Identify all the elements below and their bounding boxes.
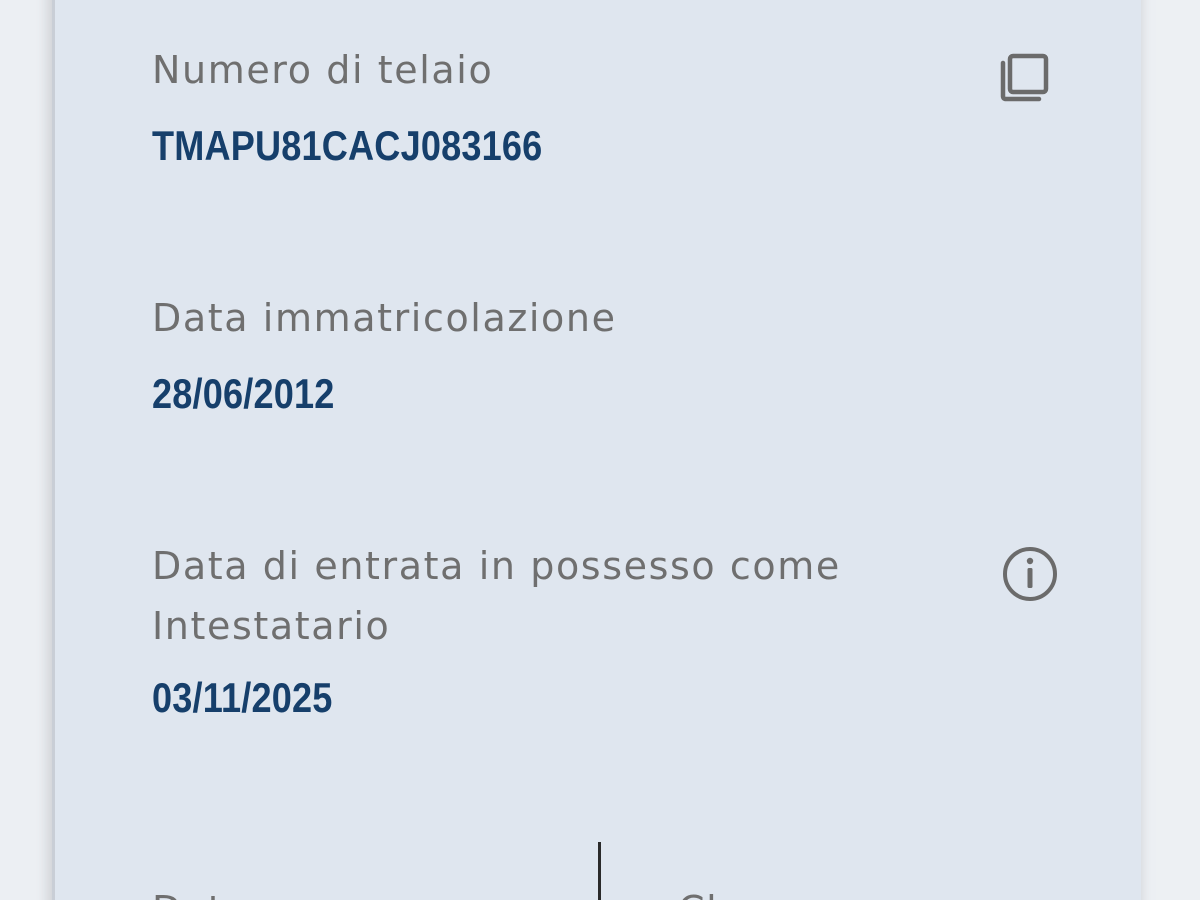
next-row-left-label: Data [152,880,249,900]
copy-chassis-number-button[interactable] [996,46,1056,106]
possession-date-label: Data di entrata in possesso come Intesta… [152,544,841,648]
column-divider [598,842,601,900]
screen-edge [1156,0,1200,900]
info-icon [1003,547,1057,601]
registration-date-label: Data immatricolazione [152,296,617,340]
chassis-number-field: Numero di telaio TMAPU81CACJ083166 [152,40,952,172]
next-row-right-label: Classe [678,880,811,900]
possession-date-value: 03/11/2025 [152,674,333,721]
possession-date-info-button[interactable] [1000,544,1060,604]
registration-date-value: 28/06/2012 [152,370,335,417]
chassis-number-value: TMAPU81CACJ083166 [152,122,543,169]
chassis-number-label: Numero di telaio [152,48,494,92]
vehicle-details-screen: Numero di telaio TMAPU81CACJ083166 Data … [0,0,1200,900]
copy-icon [1000,53,1049,102]
possession-date-field: Data di entrata in possesso come Intesta… [152,536,952,724]
registration-date-field: Data immatricolazione 28/06/2012 [152,288,952,420]
